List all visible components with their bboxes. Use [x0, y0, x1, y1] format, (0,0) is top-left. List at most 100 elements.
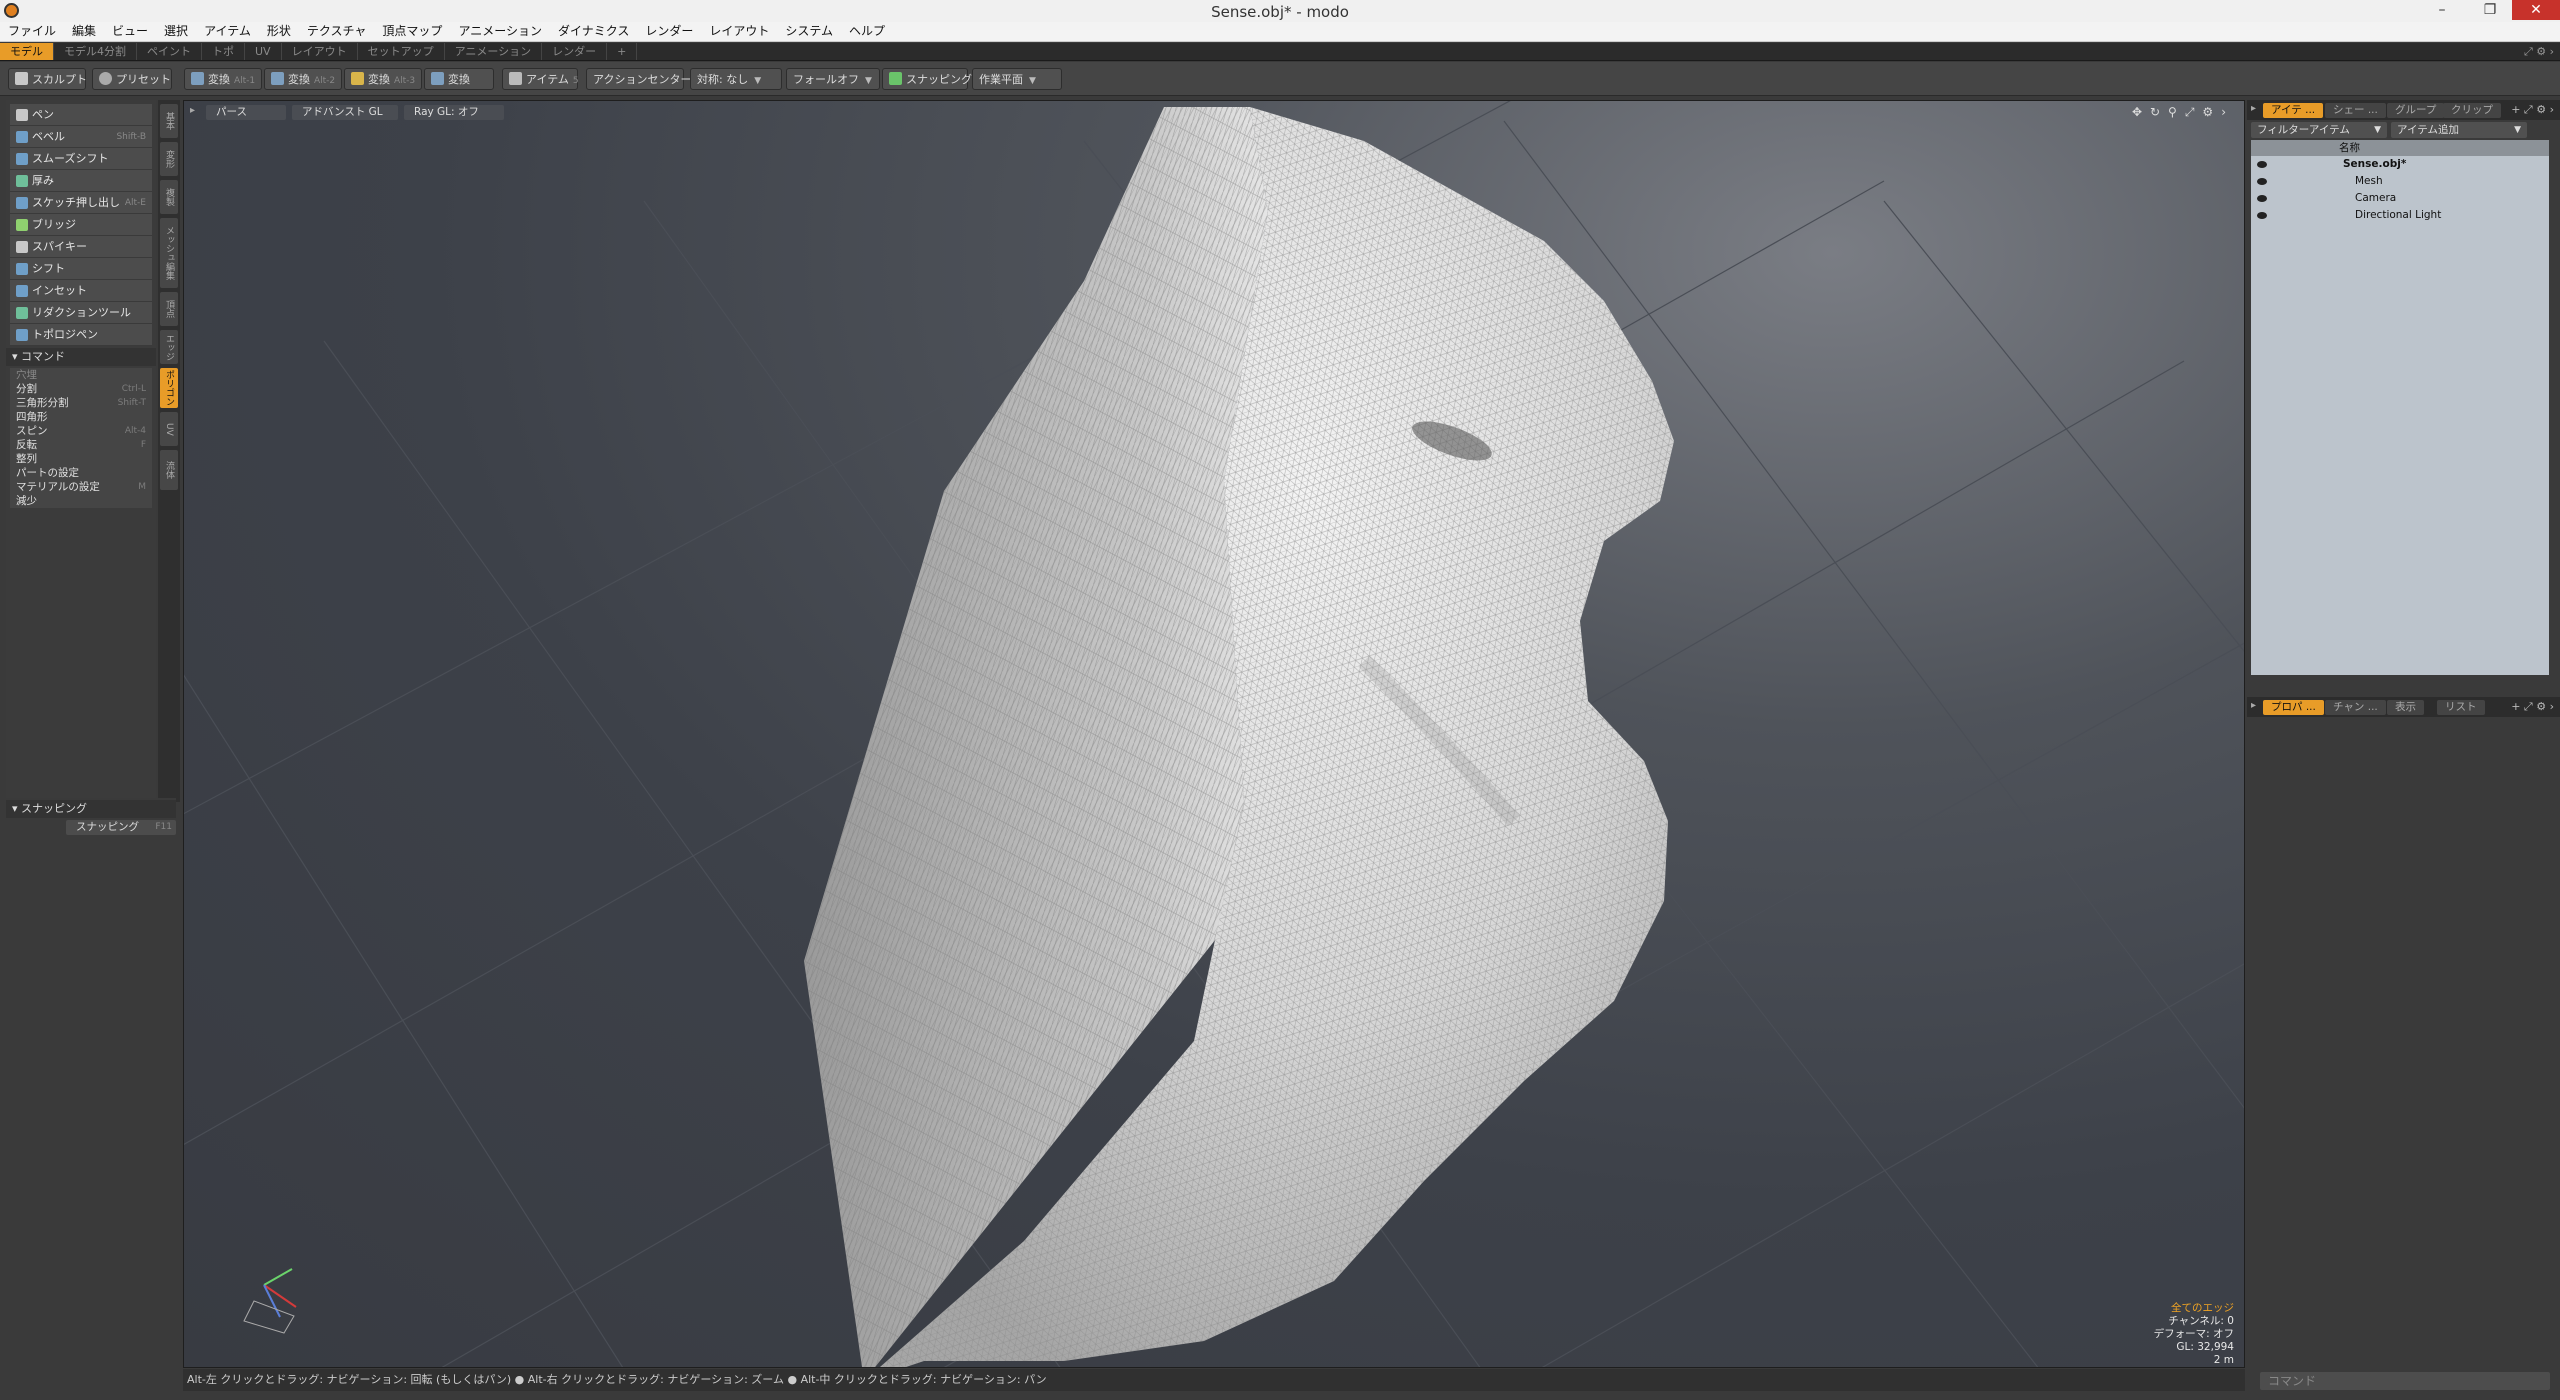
layout-tab-1[interactable]: モデル4分割 [54, 43, 137, 60]
tab-channels[interactable]: チャン ... [2325, 700, 2386, 715]
menu-item-6[interactable]: テクスチャ [299, 22, 375, 41]
3d-viewport[interactable]: ▸ パース アドバンスト GL Ray GL: オフ ✥↻⚲⤢⚙› 全てのエッジ… [183, 100, 2245, 1368]
panel-options-icon[interactable]: + ⤢ ⚙ › [2511, 700, 2554, 714]
layout-tab-6[interactable]: セットアップ [358, 43, 445, 60]
vertical-tab-1[interactable]: 変形 [160, 142, 178, 176]
tool-5[interactable]: ブリッジ [10, 214, 152, 236]
layout-options-icon[interactable]: ⤢ ⚙ › [2524, 45, 2554, 59]
work-plane-dropdown[interactable]: 作業平面 ▼ [972, 68, 1062, 90]
falloff-dropdown[interactable]: フォールオフ ▼ [786, 68, 880, 90]
restore-icon[interactable]: ❐ [2472, 0, 2508, 20]
command-input[interactable]: コマンド [2260, 1372, 2550, 1390]
panel-menu-icon[interactable]: ▸ [2251, 700, 2256, 711]
vertical-tab-5[interactable]: エッジ [160, 330, 178, 364]
tool-6[interactable]: スパイキー [10, 236, 152, 258]
vertical-tab-8[interactable]: 流体 [160, 450, 178, 490]
scale-button[interactable]: 変換 Alt-3 [344, 68, 422, 90]
layout-tab-2[interactable]: ペイント [137, 43, 202, 60]
command-1[interactable]: 三角形分割 Shift-T [10, 396, 152, 410]
tab-shader[interactable]: シェー ... [2325, 103, 2386, 118]
command-2[interactable]: 四角形 [10, 410, 152, 424]
tab-clips[interactable]: クリップ [2443, 103, 2501, 118]
shading-dropdown[interactable]: アドバンスト GL [292, 105, 398, 120]
layout-tab-8[interactable]: レンダー [542, 43, 608, 60]
visibility-eye-icon[interactable] [2257, 212, 2267, 219]
menu-item-0[interactable]: ファイル [0, 22, 64, 41]
vertical-tab-0[interactable]: 基本 [160, 104, 178, 138]
raygl-toggle[interactable]: Ray GL: オフ [404, 105, 504, 120]
visibility-eye-icon[interactable] [2257, 195, 2267, 202]
vertical-tab-3[interactable]: メッシュ編集 [160, 218, 178, 288]
viewport-canvas[interactable] [184, 101, 2245, 1368]
command-0[interactable]: 分割 Ctrl-L [10, 382, 152, 396]
layout-tab-9[interactable]: + [607, 43, 638, 60]
minimize-icon[interactable]: – [2424, 0, 2460, 20]
vertical-tab-7[interactable]: UV [160, 412, 178, 446]
symmetry-dropdown[interactable]: 対称: なし ▼ [690, 68, 782, 90]
tab-items[interactable]: アイテ ... [2263, 103, 2324, 118]
tab-groups[interactable]: グループ [2387, 103, 2445, 118]
sculpt-button[interactable]: スカルプト [8, 68, 87, 90]
layout-tab-7[interactable]: アニメーション [445, 43, 543, 60]
menu-item-10[interactable]: レンダー [637, 22, 701, 41]
tab-properties[interactable]: プロパ ... [2263, 700, 2324, 715]
filter-items-dropdown[interactable]: フィルターアイテム ▼ [2251, 122, 2387, 138]
tool-10[interactable]: トポロジペン [10, 324, 152, 346]
menu-item-1[interactable]: 編集 [64, 22, 104, 41]
menu-item-12[interactable]: システム [777, 22, 841, 41]
menu-item-5[interactable]: 形状 [259, 22, 299, 41]
item-mode-button[interactable]: アイテム 5 [502, 68, 579, 90]
preset-button[interactable]: プリセット [92, 68, 172, 90]
close-icon[interactable]: ✕ [2512, 0, 2560, 20]
item-row-3[interactable]: Directional Light [2251, 207, 2549, 223]
rotate-button[interactable]: 変換 Alt-2 [264, 68, 342, 90]
action-center-dropdown[interactable]: アクションセンター▼ [586, 68, 704, 90]
tool-1[interactable]: ベベル Shift-B [10, 126, 152, 148]
panel-options-icon[interactable]: + ⤢ ⚙ › [2511, 103, 2554, 117]
viewport-menu-icon[interactable]: ▸ [190, 105, 195, 116]
menu-item-11[interactable]: レイアウト [701, 22, 777, 41]
item-row-0[interactable]: Sense.obj* [2251, 156, 2549, 172]
menu-item-4[interactable]: アイテム [196, 22, 259, 41]
menu-item-3[interactable]: 選択 [156, 22, 196, 41]
snapping-toggle-button[interactable]: スナッピング F11 [66, 820, 176, 835]
add-item-dropdown[interactable]: アイテム追加 ▼ [2391, 122, 2527, 138]
layout-tab-0[interactable]: モデル [0, 43, 54, 60]
item-row-2[interactable]: Camera [2251, 190, 2549, 206]
snapping-header[interactable]: ▾ スナッピング [6, 800, 176, 818]
tool-8[interactable]: インセット [10, 280, 152, 302]
command-8[interactable]: 減少 [10, 494, 152, 508]
visibility-eye-icon[interactable] [2257, 161, 2267, 168]
snapping-button[interactable]: スナッピング [882, 68, 972, 90]
tab-display[interactable]: 表示 [2387, 700, 2424, 715]
command-3[interactable]: スピン Alt-4 [10, 424, 152, 438]
move-button[interactable]: 変換 Alt-1 [184, 68, 262, 90]
tool-7[interactable]: シフト [10, 258, 152, 280]
menu-item-2[interactable]: ビュー [104, 22, 156, 41]
command-7[interactable]: マテリアルの設定 M [10, 480, 152, 494]
menu-item-8[interactable]: アニメーション [450, 22, 550, 41]
visibility-eye-icon[interactable] [2257, 178, 2267, 185]
menu-item-7[interactable]: 頂点マップ [374, 22, 450, 41]
view-type-dropdown[interactable]: パース [206, 105, 286, 120]
vertical-tab-6[interactable]: ポリゴン [160, 368, 178, 408]
transform-button[interactable]: 変換 [424, 68, 494, 90]
tool-3[interactable]: 厚み [10, 170, 152, 192]
layout-tab-4[interactable]: UV [245, 43, 282, 60]
menu-item-9[interactable]: ダイナミクス [550, 22, 637, 41]
vertical-tab-4[interactable]: 頂点 [160, 292, 178, 326]
command-6[interactable]: パートの設定 [10, 466, 152, 480]
command-4[interactable]: 反転 F [10, 438, 152, 452]
item-list[interactable]: 名称 Sense.obj* Mesh Camera Directional Light [2251, 140, 2549, 675]
tool-0[interactable]: ペン [10, 104, 152, 126]
commands-header[interactable]: ▾ コマンド [6, 348, 156, 366]
layout-tab-5[interactable]: レイアウト [282, 43, 358, 60]
item-row-1[interactable]: Mesh [2251, 173, 2549, 189]
command-5[interactable]: 整列 [10, 452, 152, 466]
tab-list[interactable]: リスト [2437, 700, 2485, 715]
menu-item-13[interactable]: ヘルプ [841, 22, 893, 41]
viewport-navigation-icons[interactable]: ✥↻⚲⤢⚙› [2132, 105, 2234, 120]
tool-2[interactable]: スムーズシフト [10, 148, 152, 170]
sense-mesh[interactable] [804, 107, 1674, 1368]
layout-tab-3[interactable]: トポ [202, 43, 245, 60]
